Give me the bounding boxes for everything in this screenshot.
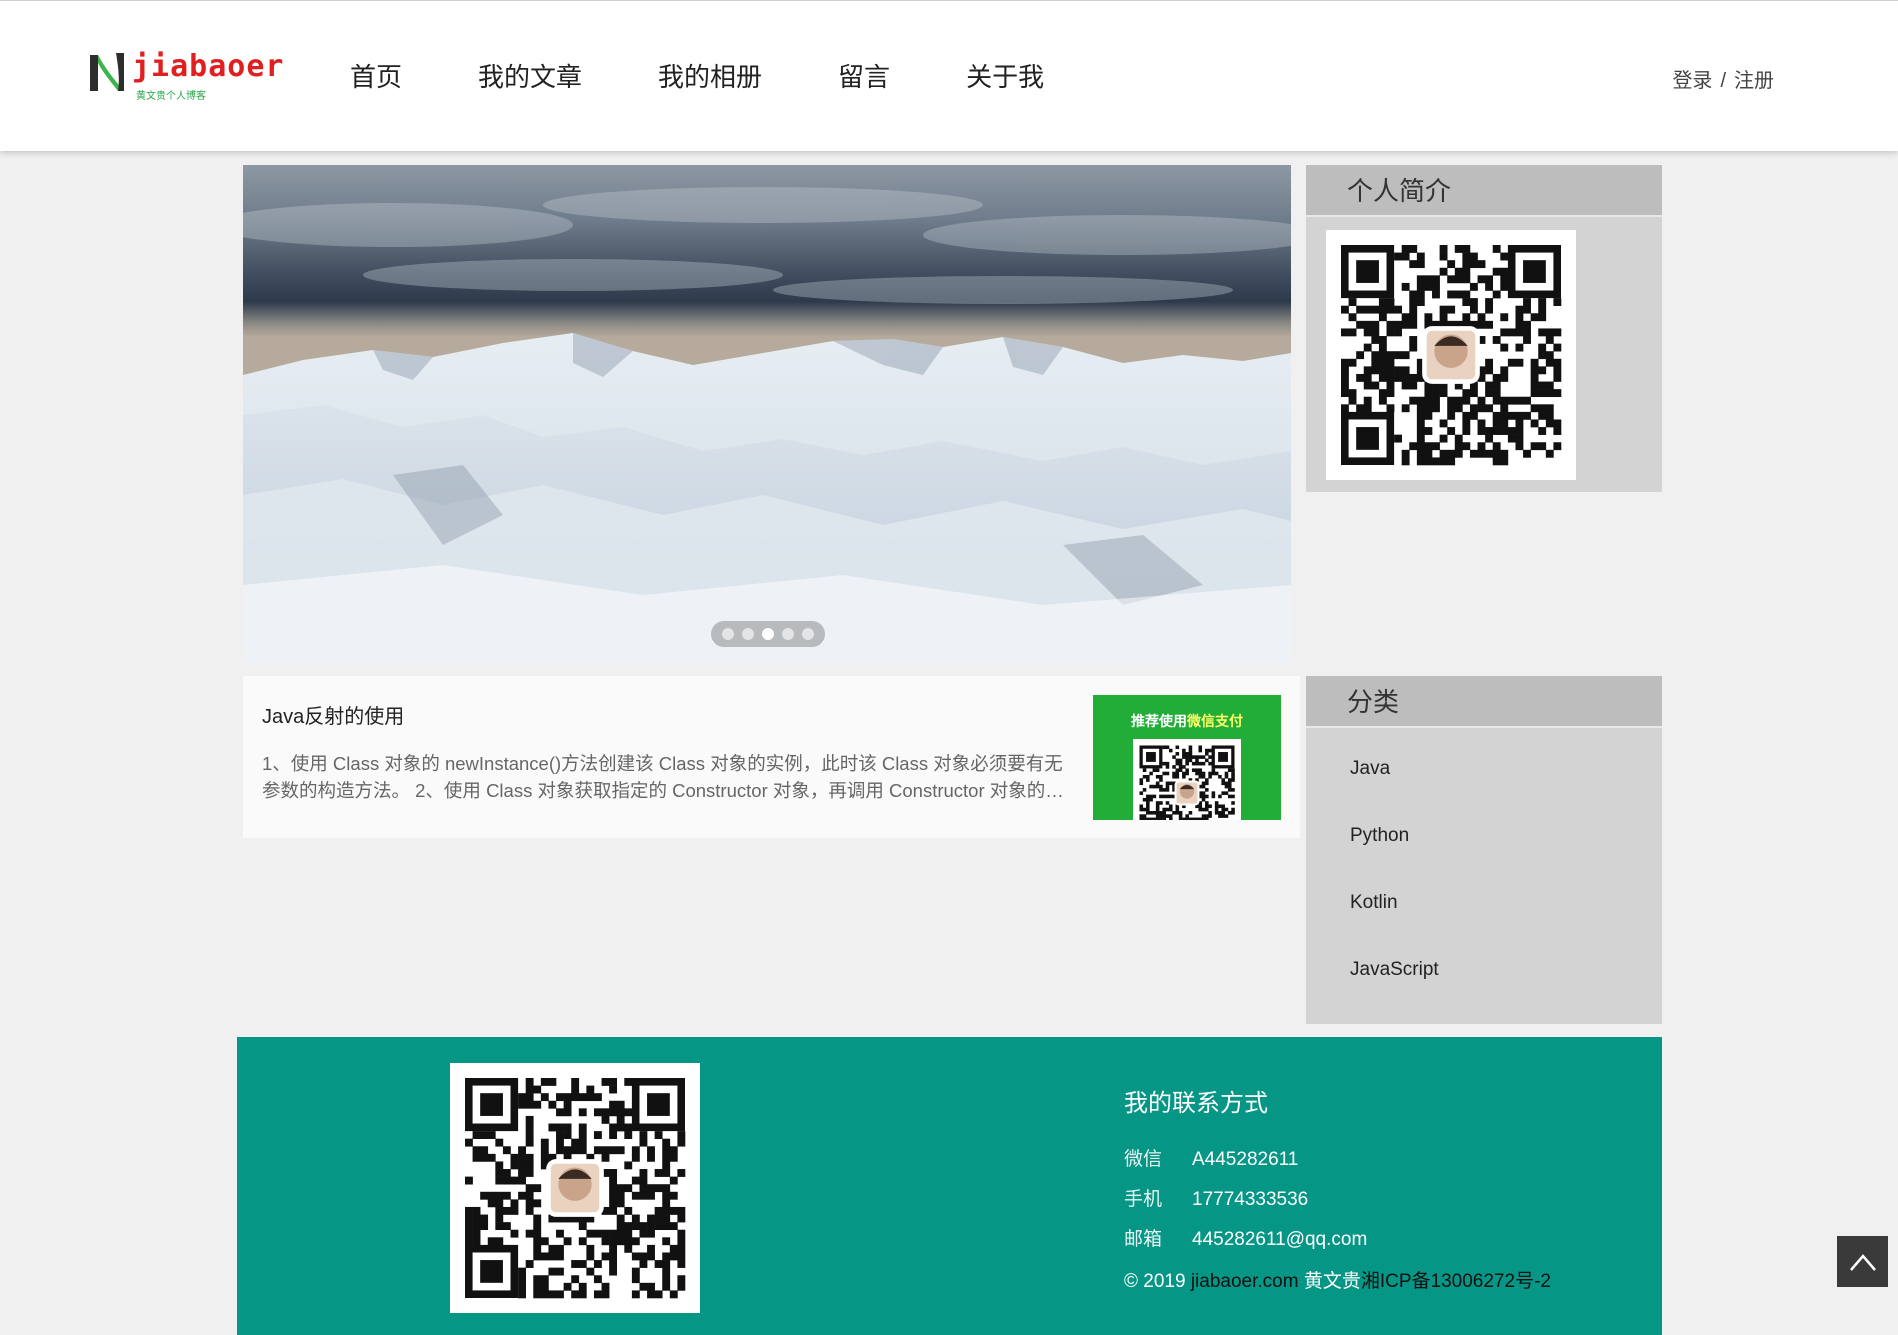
logo-subtitle: 黄文贵个人博客 [136, 91, 206, 102]
icp-link[interactable]: 湘ICP备13006272号-2 [1361, 1271, 1551, 1292]
category-java[interactable]: Java [1306, 735, 1662, 802]
contact-value: 17774333536 [1192, 1189, 1309, 1210]
nav-album[interactable]: 我的相册 [658, 57, 762, 94]
carousel-dot-active[interactable] [762, 628, 774, 640]
carousel-dot[interactable] [722, 628, 734, 640]
contact-title: 我的联系方式 [1124, 1090, 1268, 1117]
profile-title: 个人简介 [1306, 165, 1662, 217]
contact-info: 我的联系方式 微信 A445282611 手机 17774333536 邮箱 4452… [1124, 1083, 1551, 1302]
main-nav: 首页 我的文章 我的相册 留言 关于我 [350, 57, 1120, 94]
contact-value: A445282611 [1192, 1149, 1299, 1170]
article-card[interactable]: Java反射的使用 1、使用 Class 对象的 newInstance()方法… [243, 676, 1300, 838]
copyright-site-link[interactable]: jiabaoer.com [1191, 1271, 1299, 1292]
copyright-year: © 2019 [1124, 1271, 1186, 1292]
site-logo[interactable]: jiabaoer 黄文贵个人博客 [88, 49, 284, 102]
login-link[interactable]: 登录 [1672, 70, 1712, 92]
article-excerpt: 1、使用 Class 对象的 newInstance()方法创建该 Class … [262, 753, 1063, 801]
copyright: © 2019 jiabaoer.com 黄文贵湘ICP备13006272号-2 [1124, 1262, 1551, 1302]
nav-articles[interactable]: 我的文章 [478, 57, 582, 94]
back-to-top-button[interactable] [1837, 1236, 1888, 1287]
contact-label: 手机 [1124, 1189, 1163, 1210]
category-python[interactable]: Python [1306, 802, 1662, 869]
carousel-dot[interactable] [802, 628, 814, 640]
wechat-pay-card: 推荐使用微信支付 [1093, 695, 1281, 820]
carousel-slide-image [243, 165, 1291, 664]
contact-email: 邮箱 445282611@qq.com [1124, 1220, 1551, 1260]
footer-qr-code [450, 1063, 700, 1313]
site-header: jiabaoer 黄文贵个人博客 首页 我的文章 我的相册 留言 关于我 登录 /… [0, 0, 1898, 151]
auth-links: 登录 / 注册 [1672, 64, 1774, 93]
chevron-up-icon [1849, 1253, 1876, 1271]
contact-wechat: 微信 A445282611 [1124, 1140, 1551, 1180]
category-panel: 分类 Java Python Kotlin JavaScript [1306, 676, 1662, 1024]
copyright-owner: 黄文贵 [1303, 1271, 1361, 1292]
logo-mark-icon [90, 53, 124, 91]
site-footer: 我的联系方式 微信 A445282611 手机 17774333536 邮箱 4452… [237, 1037, 1662, 1335]
carousel-indicators [711, 621, 825, 647]
contact-label: 微信 [1124, 1149, 1163, 1170]
profile-panel: 个人简介 [1306, 165, 1662, 492]
hero-carousel[interactable] [243, 165, 1291, 664]
category-kotlin[interactable]: Kotlin [1306, 869, 1662, 936]
profile-qr-code [1326, 230, 1576, 480]
auth-separator: / [1720, 70, 1726, 92]
article-title[interactable]: Java反射的使用 [262, 700, 404, 729]
category-javascript[interactable]: JavaScript [1306, 936, 1662, 1003]
contact-label: 邮箱 [1124, 1229, 1163, 1250]
nav-about[interactable]: 关于我 [966, 57, 1044, 94]
category-list: Java Python Kotlin JavaScript [1306, 728, 1662, 1003]
carousel-dot[interactable] [742, 628, 754, 640]
nav-messages[interactable]: 留言 [838, 57, 890, 94]
wechat-pay-qr-code [1133, 739, 1241, 820]
contact-value: 445282611@qq.com [1192, 1229, 1368, 1250]
nav-home[interactable]: 首页 [350, 57, 402, 94]
logo-text: jiabaoer [132, 49, 285, 84]
wechat-pay-label: 推荐使用微信支付 [1131, 713, 1243, 729]
register-link[interactable]: 注册 [1734, 70, 1774, 92]
carousel-dot[interactable] [782, 628, 794, 640]
contact-phone: 手机 17774333536 [1124, 1180, 1551, 1220]
category-title: 分类 [1306, 676, 1662, 728]
